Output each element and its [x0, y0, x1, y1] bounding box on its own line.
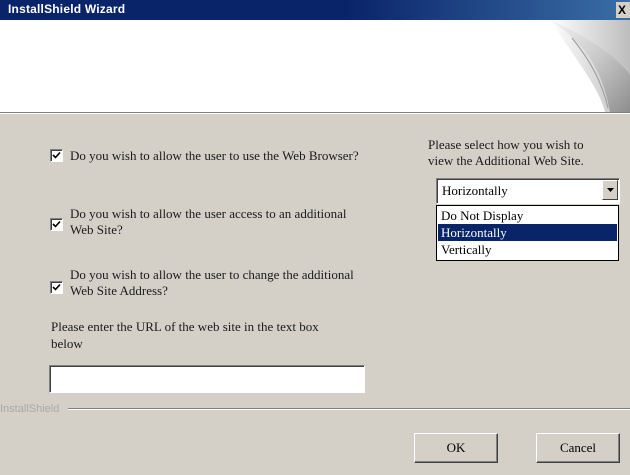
window-title: InstallShield Wizard — [8, 2, 126, 16]
url-prompt-line1: Please enter the URL of the web site in … — [51, 319, 319, 334]
title-bar[interactable]: InstallShield Wizard X — [0, 0, 630, 20]
dropdown-button[interactable] — [602, 180, 618, 200]
display-mode-dropdown-list: Do Not Display Horizontally Vertically — [436, 205, 619, 261]
option-do-not-display[interactable]: Do Not Display — [438, 207, 617, 224]
additional-site-label-line2: Web Site? — [70, 222, 123, 237]
checkmark-icon — [52, 283, 61, 291]
display-prompt-line2: view the Additional Web Site. — [428, 153, 584, 168]
display-mode-select[interactable]: Horizontally — [436, 178, 620, 204]
checkmark-icon — [52, 151, 61, 159]
checkmark-icon — [52, 220, 61, 228]
web-browser-checkbox[interactable] — [50, 149, 63, 162]
chevron-down-icon — [607, 188, 614, 192]
installshield-brand-text: InstallShield — [0, 403, 60, 415]
page-curl-graphic — [550, 20, 630, 112]
display-prompt-line1: Please select how you wish to — [428, 137, 584, 152]
close-button[interactable]: X — [616, 2, 630, 18]
change-address-label-line1: Do you wish to allow the user to change … — [70, 267, 354, 282]
additional-site-checkbox[interactable] — [50, 218, 63, 231]
url-input[interactable] — [49, 365, 365, 393]
cancel-button[interactable]: Cancel — [536, 433, 620, 463]
option-vertically[interactable]: Vertically — [438, 241, 617, 258]
header-banner — [0, 20, 630, 112]
ok-button[interactable]: OK — [414, 433, 498, 463]
change-address-label-line2: Web Site Address? — [70, 283, 168, 298]
installshield-dialog: InstallShield Wizard X Do you wish to al… — [0, 0, 630, 475]
option-horizontally[interactable]: Horizontally — [438, 224, 617, 241]
url-prompt-line2: below — [51, 336, 83, 351]
additional-site-label-line1: Do you wish to allow the user access to … — [70, 206, 347, 221]
change-address-checkbox[interactable] — [50, 281, 63, 294]
display-mode-value: Horizontally — [442, 183, 508, 198]
web-browser-label: Do you wish to allow the user to use the… — [70, 148, 359, 163]
